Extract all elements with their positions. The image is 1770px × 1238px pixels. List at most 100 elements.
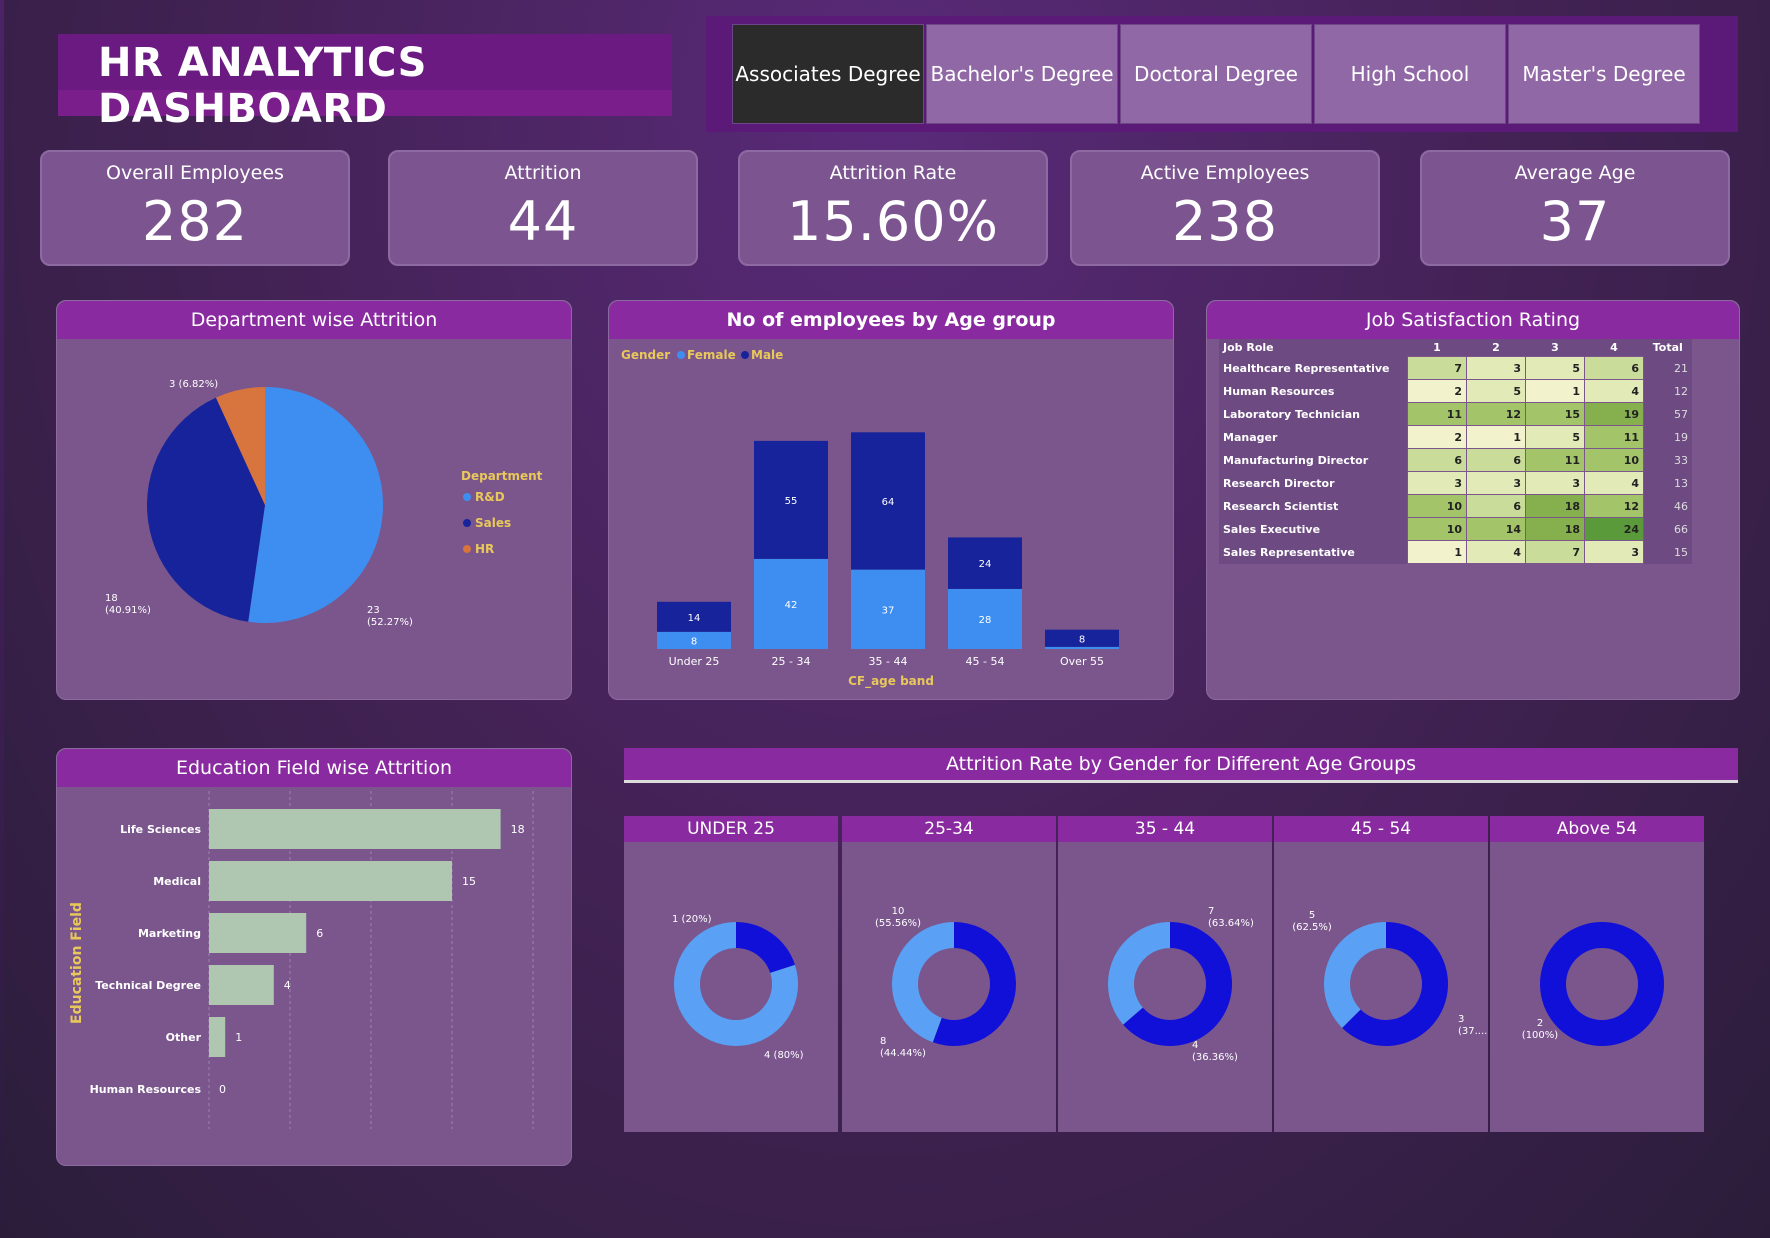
data-label: 15 bbox=[462, 875, 476, 888]
column-header[interactable]: 4 bbox=[1584, 339, 1644, 357]
x-tick-label: 25 - 34 bbox=[772, 655, 811, 668]
data-label: 18 bbox=[511, 823, 525, 836]
age-group-bar-chart: Gender Female Male 8 14 Under 25 42 55 25 - 34 37… bbox=[621, 348, 1119, 689]
education-field-card: Education Field wise Attrition Life Scie… bbox=[56, 748, 572, 1166]
data-label: 37 bbox=[882, 605, 895, 616]
slicer-option-doctoral[interactable]: Doctoral Degree bbox=[1120, 24, 1312, 124]
bar bbox=[209, 861, 452, 901]
table-row: Manager 2 1 5 11 19 bbox=[1219, 425, 1692, 449]
data-label: (62.5%) bbox=[1292, 922, 1332, 933]
total-cell: 33 bbox=[1643, 448, 1692, 472]
rating-cell: 2 bbox=[1407, 425, 1467, 449]
legend-title: Department bbox=[461, 469, 543, 483]
job-role-cell: Research Scientist bbox=[1219, 494, 1408, 518]
rating-cell: 5 bbox=[1525, 425, 1585, 449]
job-satisfaction-card: Job Satisfaction Rating Job Role 1 2 3 4 Tota… bbox=[1206, 300, 1740, 700]
legend-label: Female bbox=[687, 348, 736, 362]
table-row: Research Scientist 10 6 18 12 46 bbox=[1219, 494, 1692, 518]
rating-cell: 12 bbox=[1584, 494, 1644, 518]
column-header[interactable]: 3 bbox=[1525, 339, 1585, 357]
rating-cell: 11 bbox=[1584, 425, 1644, 449]
slicer-option-bachelors[interactable]: Bachelor's Degree bbox=[926, 24, 1118, 124]
y-tick-label: Technical Degree bbox=[95, 979, 201, 992]
legend-marker bbox=[741, 351, 749, 359]
data-label: 3 bbox=[1458, 1014, 1464, 1025]
y-axis-label: Education Field bbox=[69, 902, 85, 1024]
kpi-attrition: Attrition 44 bbox=[388, 150, 698, 266]
bar-female bbox=[1045, 646, 1119, 649]
column-header[interactable]: Job Role bbox=[1219, 339, 1408, 357]
slicer-option-high-school[interactable]: High School bbox=[1314, 24, 1506, 124]
legend-label: R&D bbox=[475, 490, 505, 504]
job-role-cell: Research Director bbox=[1219, 471, 1408, 495]
rating-cell: 14 bbox=[1466, 517, 1526, 541]
job-role-cell: Sales Representative bbox=[1219, 540, 1408, 564]
x-tick-label: Over 55 bbox=[1060, 655, 1104, 668]
rating-cell: 15 bbox=[1525, 402, 1585, 426]
column-header[interactable]: 1 bbox=[1407, 339, 1467, 357]
legend-marker bbox=[463, 519, 471, 527]
rating-cell: 4 bbox=[1584, 471, 1644, 495]
bar bbox=[209, 965, 274, 1005]
job-role-cell: Human Resources bbox=[1219, 379, 1408, 403]
donut-panel-2: 35 - 44 7 (63.64%) 4 (36.36%) bbox=[1058, 816, 1272, 1132]
pie-slice-rd bbox=[248, 387, 384, 623]
total-cell: 46 bbox=[1643, 494, 1692, 518]
job-role-cell: Sales Executive bbox=[1219, 517, 1408, 541]
data-label: 8 bbox=[1079, 634, 1085, 645]
donut-panel-4: Above 54 2 (100%) bbox=[1490, 816, 1704, 1132]
kpi-overall-employees: Overall Employees 282 bbox=[40, 150, 350, 266]
data-label: (100%) bbox=[1522, 1030, 1558, 1041]
rating-cell: 4 bbox=[1466, 540, 1526, 564]
column-header[interactable]: Total bbox=[1643, 339, 1692, 357]
slicer-option-associates[interactable]: Associates Degree bbox=[732, 24, 924, 124]
kpi-value: 44 bbox=[507, 190, 579, 253]
y-tick-label: Life Sciences bbox=[120, 823, 201, 836]
job-role-cell: Manager bbox=[1219, 425, 1408, 449]
rating-cell: 3 bbox=[1466, 356, 1526, 380]
rating-cell: 5 bbox=[1525, 356, 1585, 380]
job-role-cell: Laboratory Technician bbox=[1219, 402, 1408, 426]
table-row: Sales Executive 10 14 18 24 66 bbox=[1219, 517, 1692, 541]
rating-cell: 7 bbox=[1407, 356, 1467, 380]
column-header[interactable]: 2 bbox=[1466, 339, 1526, 357]
table-row: Manufacturing Director 6 6 11 10 33 bbox=[1219, 448, 1692, 472]
donut-chart: 2(100%) bbox=[1522, 922, 1664, 1046]
data-label: 4 (80%) bbox=[764, 1050, 804, 1061]
data-label: 1 bbox=[235, 1031, 242, 1044]
rating-cell: 6 bbox=[1466, 448, 1526, 472]
total-cell: 15 bbox=[1643, 540, 1692, 564]
donut-panel-3: 45 - 54 5 (62.5%) 3 (37....) bbox=[1274, 816, 1488, 1132]
data-label: 1 (20%) bbox=[672, 914, 712, 925]
rating-cell: 10 bbox=[1407, 517, 1467, 541]
table-row: Laboratory Technician 11 12 15 19 57 bbox=[1219, 402, 1692, 426]
rating-cell: 10 bbox=[1584, 448, 1644, 472]
x-axis-label: CF_age band bbox=[848, 674, 934, 689]
data-label: 64 bbox=[882, 497, 895, 508]
data-label: (52.27%) bbox=[367, 617, 413, 628]
education-field-bar-chart: Life Sciences 18 Medical 15 Marketing 6 Techni… bbox=[69, 791, 534, 1129]
donut-panel-1: 25-34 10 (55.56%) 8 (44.44%) bbox=[842, 816, 1056, 1132]
rating-cell: 1 bbox=[1466, 425, 1526, 449]
rating-cell: 6 bbox=[1407, 448, 1467, 472]
slicer-option-masters[interactable]: Master's Degree bbox=[1508, 24, 1700, 124]
data-label: 24 bbox=[979, 559, 992, 570]
donut-chart: 5(62.5%) 3(37....) bbox=[1292, 910, 1488, 1046]
rating-cell: 7 bbox=[1525, 540, 1585, 564]
gender-age-title: Attrition Rate by Gender for Different A… bbox=[624, 748, 1738, 783]
rating-cell: 6 bbox=[1466, 494, 1526, 518]
legend-label: Male bbox=[751, 348, 783, 362]
legend-title: Gender bbox=[621, 348, 670, 362]
rating-cell: 10 bbox=[1407, 494, 1467, 518]
donut-slice bbox=[1108, 922, 1170, 1025]
rating-cell: 1 bbox=[1407, 540, 1467, 564]
rating-cell: 19 bbox=[1584, 402, 1644, 426]
table-row: Human Resources 2 5 1 4 12 bbox=[1219, 379, 1692, 403]
total-cell: 12 bbox=[1643, 379, 1692, 403]
education-slicer: Associates Degree Bachelor's Degree Doct… bbox=[706, 16, 1738, 132]
y-tick-label: Other bbox=[166, 1031, 202, 1044]
table-row: Sales Representative 1 4 7 3 15 bbox=[1219, 540, 1692, 564]
data-label: 6 bbox=[316, 927, 323, 940]
total-cell: 57 bbox=[1643, 402, 1692, 426]
data-label: (36.36%) bbox=[1192, 1052, 1238, 1063]
